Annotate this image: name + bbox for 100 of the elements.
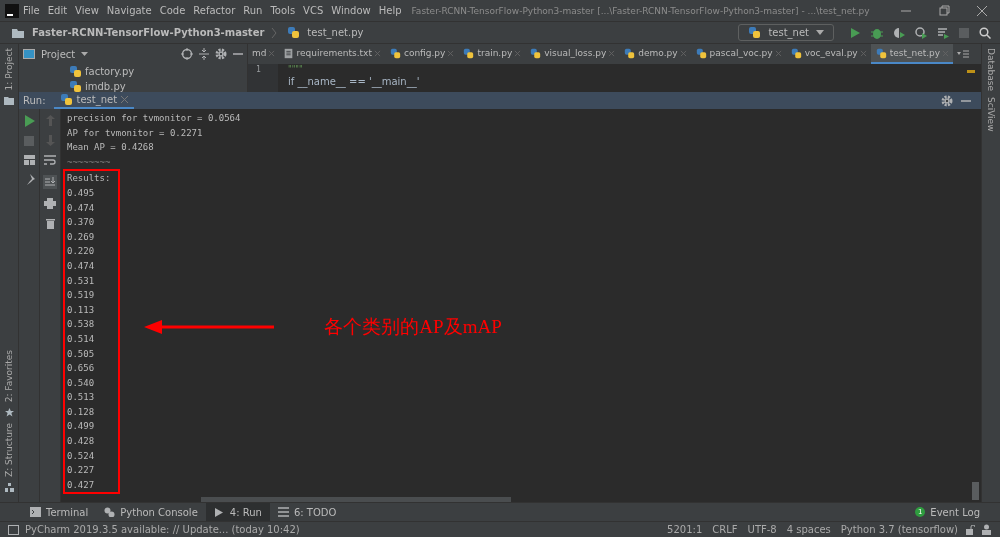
folder-icon (11, 26, 25, 39)
layout-icon[interactable] (23, 155, 35, 165)
menu-item[interactable]: Refactor (189, 5, 240, 16)
python-file-icon (287, 26, 301, 39)
inspector-icon[interactable] (981, 524, 992, 535)
menu-item[interactable]: Code (155, 5, 190, 16)
console-line: 0.220 (67, 245, 96, 259)
scrollbar[interactable] (201, 497, 511, 502)
status-message: PyCharm 2019.3.5 available: // Update... (today 10:42) (25, 524, 300, 535)
tool-window-button[interactable]: 2: Favorites (4, 347, 14, 405)
python-file-icon (875, 47, 887, 59)
menu-item[interactable]: Help (374, 5, 406, 16)
minimize-icon[interactable] (961, 98, 971, 103)
breadcrumb-item[interactable]: test_net.py (307, 27, 364, 38)
run-config-dropdown[interactable]: test_net (738, 24, 834, 41)
menu-item[interactable]: Window (327, 5, 375, 16)
scroll-to-end-icon[interactable] (43, 175, 57, 189)
settings-icon[interactable] (941, 94, 953, 107)
trash-icon[interactable] (45, 218, 55, 229)
locate-icon[interactable] (181, 48, 193, 60)
console-line: 0.524 (67, 449, 96, 463)
tool-tab[interactable]: Python Console (96, 503, 206, 521)
collapse-icon[interactable] (199, 48, 209, 60)
run-icon[interactable] (849, 26, 861, 39)
tool-window-button[interactable]: Z: Structure (4, 421, 14, 479)
status-item[interactable]: 5201:1 (665, 524, 705, 535)
tool-tab[interactable]: Terminal (22, 503, 97, 521)
tree-item[interactable]: imdb.py (69, 79, 247, 92)
list-icon (277, 507, 289, 517)
editor-tab[interactable]: demo.py (619, 44, 691, 64)
status-item[interactable]: CRLF (710, 524, 740, 535)
python-file-icon (69, 65, 82, 78)
status-item[interactable]: Python 3.7 (tensorflow) (838, 524, 960, 535)
console-line: 0.428 (67, 435, 96, 449)
close-icon[interactable] (976, 4, 988, 17)
settings-icon[interactable] (215, 48, 227, 60)
close-icon[interactable] (121, 96, 129, 103)
console-line: 0.514 (67, 332, 96, 346)
lock-icon[interactable] (966, 524, 975, 535)
debug-icon[interactable] (871, 26, 883, 39)
menu-item[interactable]: Edit (43, 5, 72, 16)
annotation-text: 各个类别的AP及mAP (324, 314, 502, 339)
editor-tab[interactable]: config.py (384, 44, 459, 64)
restore-icon[interactable] (938, 4, 950, 17)
minimize-icon[interactable] (233, 52, 243, 56)
menu-item[interactable]: Tools (266, 5, 300, 16)
python-file-icon (389, 47, 401, 59)
stop-icon[interactable] (959, 27, 969, 38)
console-line: 0.656 (67, 362, 96, 376)
menu-item[interactable]: View (71, 5, 103, 16)
concurrency-icon[interactable] (937, 26, 949, 39)
console-line: precision for tvmonitor = 0.0564 (67, 112, 242, 125)
coverage-icon[interactable] (893, 26, 905, 39)
tool-window-button[interactable]: 1: Project (4, 46, 14, 93)
tool-tab[interactable]: 4: Run (205, 503, 270, 521)
python-file-icon (59, 93, 73, 106)
star-icon (4, 408, 14, 418)
app-logo-icon (5, 3, 19, 18)
run-icon (213, 507, 225, 517)
menu-item[interactable]: Navigate (102, 5, 156, 16)
menu-item[interactable]: File (19, 5, 44, 16)
tool-tab[interactable]: 6: TODO (269, 503, 345, 521)
menu-item[interactable]: VCS (299, 5, 328, 16)
python-file-icon (463, 47, 475, 59)
editor-tab[interactable]: visual_loss.py (525, 44, 620, 64)
python-file-icon (530, 47, 542, 59)
console-line: 0.227 (67, 464, 96, 478)
python-file-icon (695, 47, 707, 59)
breadcrumb-item[interactable]: Faster-RCNN-TensorFlow-Python3-master (32, 27, 265, 38)
tool-window-button[interactable]: Database (986, 48, 996, 91)
python-file-icon (790, 47, 802, 59)
console-line: 0.128 (67, 405, 96, 419)
status-item[interactable]: 4 spaces (784, 524, 833, 535)
warning-marker (967, 70, 975, 73)
soft-wrap-icon[interactable] (44, 155, 56, 166)
console-line: 0.505 (67, 347, 96, 361)
tab-list-icon[interactable] (957, 50, 972, 58)
search-icon[interactable] (979, 26, 991, 39)
panel-title[interactable]: Project (41, 48, 76, 60)
caret-icon (816, 29, 824, 36)
editor-tab[interactable]: requirements.txt (279, 44, 385, 64)
editor-tab[interactable]: pascal_voc.py (690, 44, 786, 64)
scrollbar-thumb[interactable] (972, 482, 979, 500)
console-line: 0.513 (67, 391, 96, 405)
menu-item[interactable]: Run (239, 5, 267, 16)
editor-tab[interactable]: md (248, 44, 280, 64)
console-line: 0.269 (67, 230, 96, 244)
profile-icon[interactable] (915, 26, 927, 39)
line-number: 1 (255, 64, 262, 76)
python-file-icon (69, 80, 82, 92)
editor-tab[interactable]: test_net.py (870, 44, 954, 64)
console-line: Mean AP = 0.4268 (67, 141, 155, 155)
editor-tab[interactable]: train.py (458, 44, 526, 64)
window-icon[interactable] (8, 524, 19, 535)
status-item[interactable]: UTF-8 (745, 524, 779, 535)
caret-icon (81, 51, 89, 57)
rerun-icon[interactable] (23, 115, 35, 127)
editor-tab[interactable]: voc_eval.py (785, 44, 871, 64)
tree-item[interactable]: factory.py (69, 64, 247, 79)
tool-window-button[interactable]: SciView (986, 96, 996, 132)
